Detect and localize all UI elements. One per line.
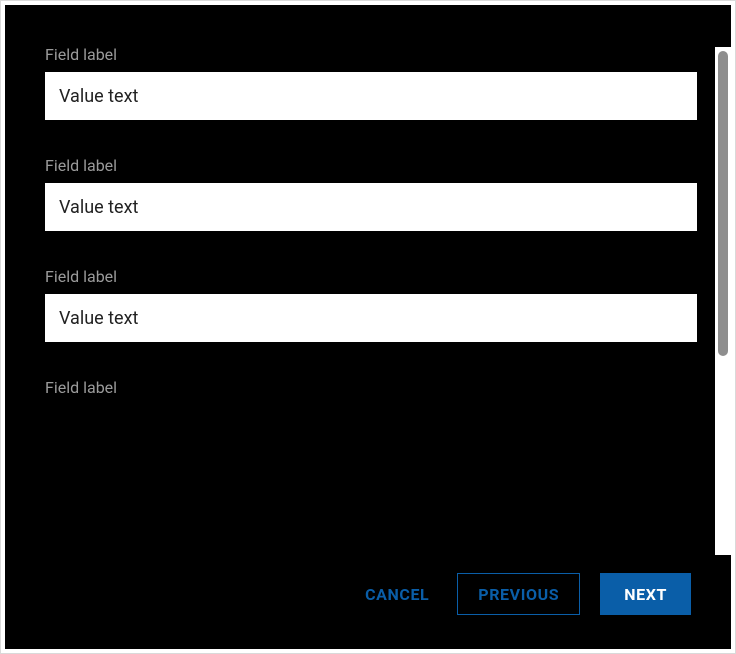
field-label: Field label [45, 378, 697, 397]
dialog-frame: Field label Field label Field label Fiel… [0, 0, 736, 654]
field-label: Field label [45, 45, 697, 64]
field-input[interactable] [45, 72, 697, 120]
field-input[interactable] [45, 183, 697, 231]
form-field-1: Field label [45, 156, 697, 231]
previous-button[interactable]: Previous [457, 573, 580, 615]
form-field-0: Field label [45, 45, 697, 120]
field-input[interactable] [45, 294, 697, 342]
form-field-2: Field label [45, 267, 697, 342]
field-label: Field label [45, 267, 697, 286]
form-scroll-region: Field label Field label Field label Fiel… [5, 5, 731, 555]
field-label: Field label [45, 156, 697, 175]
dialog-footer: Cancel Previous Next [5, 555, 731, 649]
scrollbar-track[interactable] [715, 47, 731, 555]
scrollbar-thumb[interactable] [718, 51, 728, 356]
next-button[interactable]: Next [600, 573, 691, 615]
cancel-button[interactable]: Cancel [357, 573, 437, 615]
form-field-3: Field label [45, 378, 697, 397]
dialog-panel: Field label Field label Field label Fiel… [5, 5, 731, 649]
form-area: Field label Field label Field label Fiel… [5, 5, 715, 555]
